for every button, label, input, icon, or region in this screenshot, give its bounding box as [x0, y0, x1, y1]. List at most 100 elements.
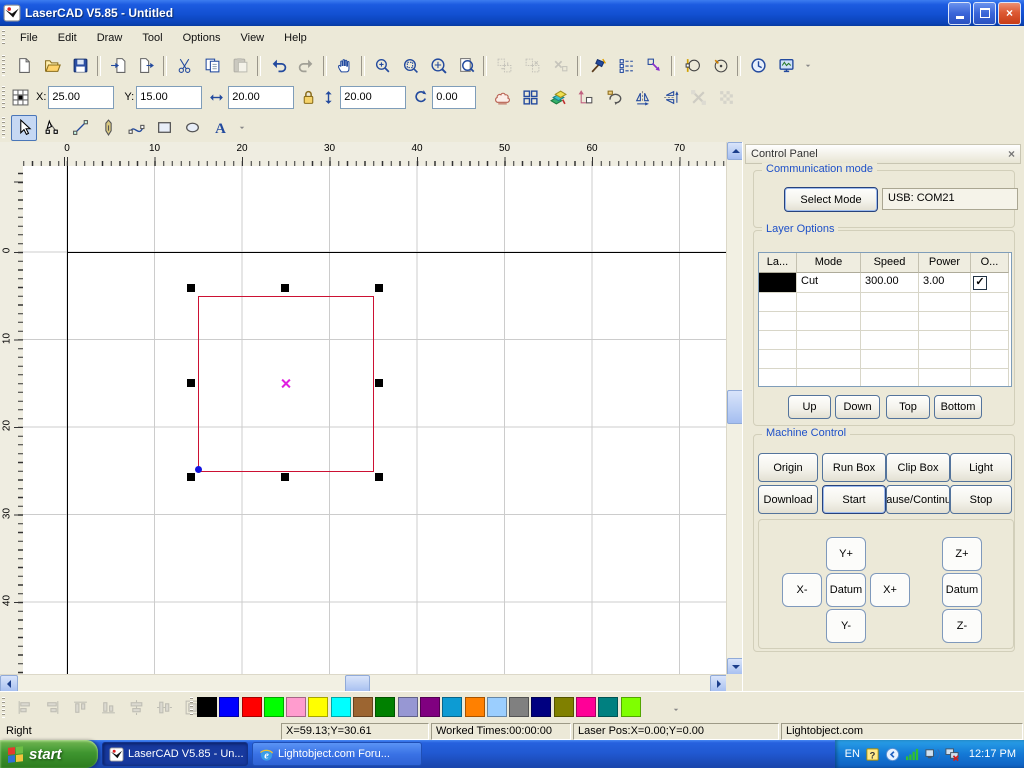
- array-output[interactable]: [489, 84, 515, 110]
- restore-button[interactable]: [973, 2, 996, 25]
- draw-toolbar-options[interactable]: [235, 115, 249, 141]
- start-button[interactable]: start: [0, 740, 98, 768]
- zoom-all[interactable]: [425, 53, 451, 79]
- layer-color-cell[interactable]: [759, 273, 797, 293]
- rotate-object[interactable]: [601, 84, 627, 110]
- import-file[interactable]: [105, 53, 131, 79]
- layer-speed-cell[interactable]: 300.00: [861, 273, 919, 293]
- selection-handle[interactable]: [281, 284, 289, 292]
- layer-order[interactable]: [545, 84, 571, 110]
- palette-swatch-16[interactable]: [554, 697, 574, 717]
- zoom-page[interactable]: [453, 53, 479, 79]
- signal-strength-icon[interactable]: [905, 747, 920, 762]
- task-lasercad[interactable]: LaserCAD V5.85 - Un...: [102, 742, 248, 766]
- jog-x-minus-button[interactable]: X-: [782, 573, 822, 607]
- palette-swatch-12[interactable]: [465, 697, 485, 717]
- copy[interactable]: [199, 53, 225, 79]
- toolbar-options[interactable]: [801, 53, 815, 79]
- palette-swatch-13[interactable]: [487, 697, 507, 717]
- x-input[interactable]: [48, 86, 114, 109]
- object-origin-node[interactable]: [195, 466, 202, 473]
- language-indicator[interactable]: EN: [845, 748, 860, 760]
- node-edit-tool[interactable]: [39, 115, 65, 141]
- layer-column-4[interactable]: O...: [971, 253, 1009, 273]
- time-estimate[interactable]: [745, 53, 771, 79]
- size-origin[interactable]: [573, 84, 599, 110]
- layer-power-cell[interactable]: 3.00: [919, 273, 971, 293]
- messenger-icon[interactable]: [865, 747, 880, 762]
- menu-file[interactable]: File: [10, 28, 48, 48]
- volume-icon[interactable]: [925, 747, 940, 762]
- rotate-tool[interactable]: [707, 53, 733, 79]
- menu-draw[interactable]: Draw: [87, 28, 133, 48]
- palette-swatch-10[interactable]: [420, 697, 440, 717]
- toolbar-gripper[interactable]: [190, 697, 193, 717]
- selection-handle[interactable]: [375, 284, 383, 292]
- layer-column-1[interactable]: Mode: [797, 253, 861, 273]
- machine-light-button[interactable]: Light: [950, 453, 1012, 482]
- menu-options[interactable]: Options: [173, 28, 231, 48]
- layer-column-0[interactable]: La...: [759, 253, 797, 273]
- selection-handle[interactable]: [375, 379, 383, 387]
- network-error-icon[interactable]: [945, 747, 960, 762]
- rectangle-tool[interactable]: [151, 115, 177, 141]
- layer-top-button[interactable]: Top: [886, 395, 930, 419]
- jog-z-1-button[interactable]: Datum: [942, 573, 982, 607]
- preview[interactable]: [773, 53, 799, 79]
- palette-swatch-7[interactable]: [353, 697, 373, 717]
- hide-icons-chevron[interactable]: [885, 747, 900, 762]
- layer-up-button[interactable]: Up: [788, 395, 831, 419]
- selection-handle[interactable]: [375, 473, 383, 481]
- horizontal-scrollbar[interactable]: [0, 674, 726, 692]
- toolbar-gripper[interactable]: [2, 697, 5, 719]
- palette-options[interactable]: [669, 696, 683, 722]
- layer-row[interactable]: Cut300.003.00✓: [759, 273, 1011, 293]
- text-tool[interactable]: [207, 115, 233, 141]
- ellipse-tool[interactable]: [179, 115, 205, 141]
- machine-origin-button[interactable]: Origin: [758, 453, 818, 482]
- layer-column-2[interactable]: Speed: [861, 253, 919, 273]
- machine-download-button[interactable]: Download: [758, 485, 818, 514]
- layer-down-button[interactable]: Down: [835, 395, 880, 419]
- toolbar-gripper[interactable]: [2, 86, 5, 108]
- palette-swatch-1[interactable]: [219, 697, 239, 717]
- layer-output-cell[interactable]: ✓: [971, 273, 1009, 293]
- layer-table[interactable]: La...ModeSpeedPowerO...Cut300.003.00✓: [758, 252, 1012, 387]
- select-tool[interactable]: [11, 115, 37, 141]
- machine-clip-box-button[interactable]: Clip Box: [886, 453, 950, 482]
- palette-swatch-4[interactable]: [286, 697, 306, 717]
- palette-swatch-19[interactable]: [621, 697, 641, 717]
- palette-swatch-9[interactable]: [398, 697, 418, 717]
- menu-tool[interactable]: Tool: [132, 28, 172, 48]
- edit-circle-node[interactable]: [679, 53, 705, 79]
- menu-view[interactable]: View: [230, 28, 274, 48]
- mirror-horizontal[interactable]: [629, 84, 655, 110]
- selection-handle[interactable]: [187, 379, 195, 387]
- zoom-in[interactable]: [369, 53, 395, 79]
- export-file[interactable]: [133, 53, 159, 79]
- output-checkbox[interactable]: ✓: [973, 276, 987, 290]
- anchor-grid-icon[interactable]: [10, 87, 30, 107]
- new-document[interactable]: [11, 53, 37, 79]
- palette-swatch-5[interactable]: [308, 697, 328, 717]
- zoom-window[interactable]: [397, 53, 423, 79]
- simulate[interactable]: [585, 53, 611, 79]
- drawing-canvas[interactable]: [23, 166, 726, 674]
- rotation-input[interactable]: [432, 86, 476, 109]
- open-file[interactable]: [39, 53, 65, 79]
- menu-edit[interactable]: Edit: [48, 28, 87, 48]
- y-input[interactable]: [136, 86, 202, 109]
- selection-handle[interactable]: [281, 473, 289, 481]
- output-list[interactable]: [613, 53, 639, 79]
- palette-swatch-2[interactable]: [242, 697, 262, 717]
- machine-pause-continue-button[interactable]: Pause/Continue: [886, 485, 950, 514]
- jog-x-plus-button[interactable]: X+: [870, 573, 910, 607]
- polyline-tool[interactable]: [95, 115, 121, 141]
- jog-datum-button[interactable]: Datum: [826, 573, 866, 607]
- minimize-button[interactable]: [948, 2, 971, 25]
- palette-swatch-14[interactable]: [509, 697, 529, 717]
- menu-help[interactable]: Help: [274, 28, 317, 48]
- select-mode-button[interactable]: Select Mode: [784, 187, 878, 212]
- palette-swatch-0[interactable]: [197, 697, 217, 717]
- palette-swatch-3[interactable]: [264, 697, 284, 717]
